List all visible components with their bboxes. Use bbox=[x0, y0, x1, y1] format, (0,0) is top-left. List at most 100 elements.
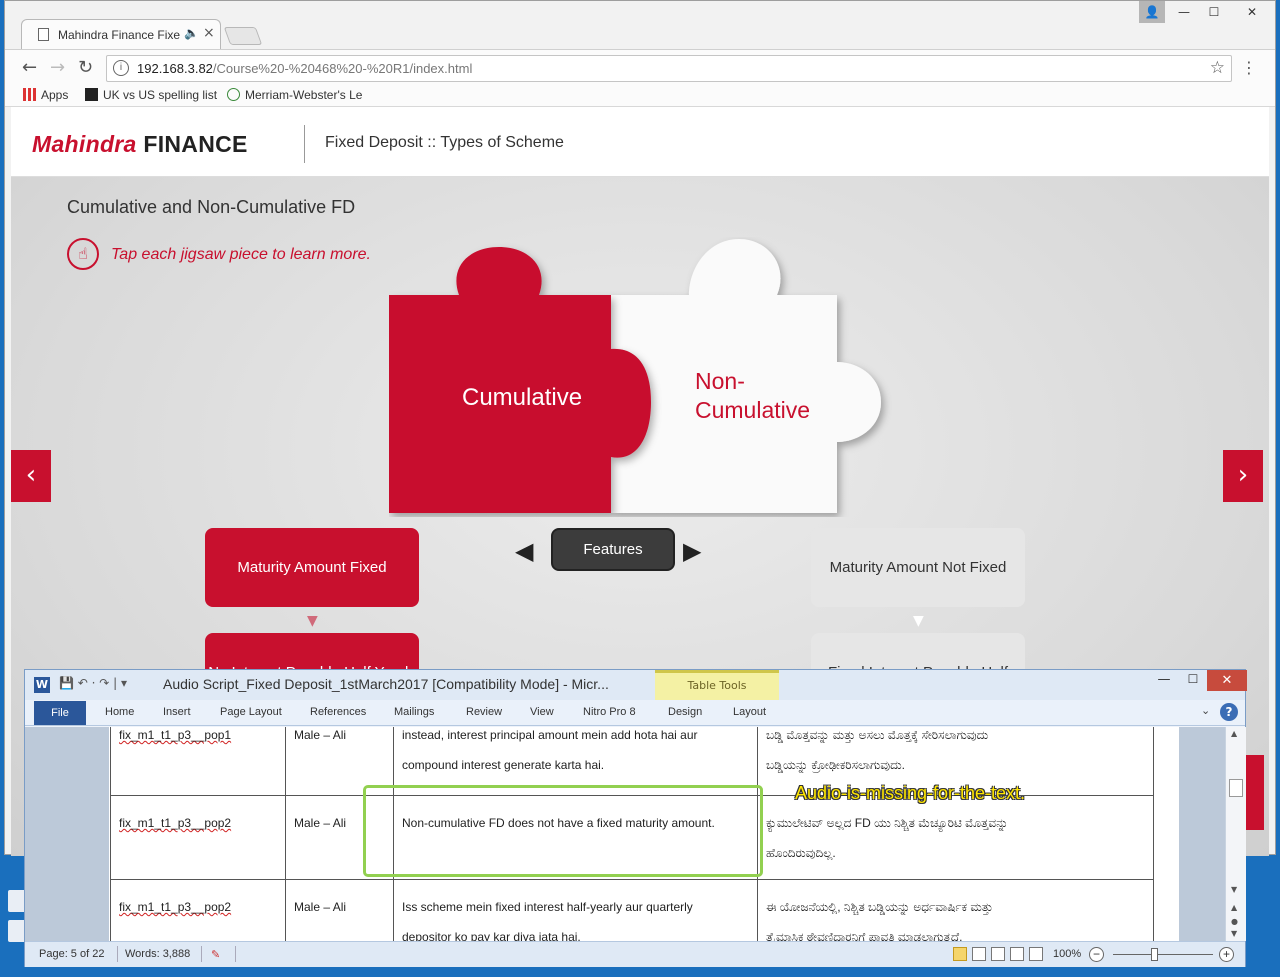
address-bar[interactable]: i 192.168.3.82/Course%20-%20468%20-%20R1… bbox=[106, 55, 1232, 82]
scroll-down-arrow-icon[interactable]: ▼ bbox=[1231, 885, 1237, 894]
outline-view-icon[interactable] bbox=[1010, 947, 1024, 961]
apps-grid-icon bbox=[23, 88, 36, 101]
document-title: Audio Script_Fixed Deposit_1stMarch2017 … bbox=[163, 676, 609, 692]
ribbon-tabs: File Home Insert Page Layout References … bbox=[25, 700, 1245, 726]
page-count[interactable]: Page: 5 of 22 bbox=[39, 948, 104, 960]
browser-toolbar: ← → ↻ i 192.168.3.82/Course%20-%20468%20… bbox=[5, 49, 1275, 85]
site-info-icon[interactable]: i bbox=[113, 60, 129, 76]
scroll-thumb[interactable] bbox=[1229, 779, 1243, 797]
tab-file[interactable]: File bbox=[34, 701, 86, 725]
down-caret-icon: ▼ bbox=[307, 613, 318, 629]
bookmark-apps[interactable]: Apps bbox=[23, 88, 68, 102]
browse-object-icon[interactable]: ● bbox=[1231, 917, 1238, 926]
back-arrow-icon[interactable]: ← bbox=[22, 57, 37, 78]
tap-hand-icon: ☝ bbox=[67, 238, 99, 270]
bookmark-star-icon[interactable]: ☆ bbox=[1210, 58, 1225, 78]
help-icon[interactable]: ? bbox=[1220, 703, 1238, 721]
reload-icon[interactable]: ↻ bbox=[78, 57, 93, 78]
tab-layout[interactable]: Layout bbox=[733, 706, 766, 718]
forward-arrow-icon[interactable]: → bbox=[50, 57, 65, 78]
mahindra-finance-logo: Mahindra FINANCE bbox=[32, 131, 248, 157]
browser-tab[interactable]: Mahindra Finance Fixe 🔈 × bbox=[21, 19, 221, 49]
down-caret-icon: ▼ bbox=[913, 613, 924, 629]
url-text: 192.168.3.82/Course%20-%20468%20-%20R1/i… bbox=[137, 61, 473, 76]
page-favicon-icon bbox=[38, 28, 49, 41]
tab-view[interactable]: View bbox=[530, 706, 554, 718]
new-tab-button[interactable] bbox=[223, 27, 263, 45]
table-cell[interactable]: Male – Ali bbox=[285, 879, 394, 941]
table-cell[interactable]: ಈ ಯೋಜನೆಯಲ್ಲಿ, ನಿಶ್ಚಿತ ಬಡ್ಡಿಯನ್ನು ಅರ್ಧವಾರ… bbox=[757, 879, 1154, 941]
full-screen-view-icon[interactable] bbox=[972, 947, 986, 961]
word-minimize-button[interactable]: — bbox=[1150, 672, 1178, 692]
table-tools-context: Table Tools bbox=[655, 670, 779, 700]
previous-slide-button[interactable]: ‹ bbox=[11, 450, 51, 502]
menu-kebab-icon[interactable]: ⋮ bbox=[1241, 58, 1257, 77]
close-window-button[interactable]: ✕ bbox=[1229, 1, 1275, 23]
zoom-slider-thumb[interactable] bbox=[1151, 948, 1158, 961]
table-cell[interactable]: fix_m1_t1_p3__pop2 bbox=[110, 795, 286, 880]
zoom-in-icon[interactable]: + bbox=[1219, 947, 1234, 962]
jigsaw-puzzle: Cumulative Non- Cumulative bbox=[389, 237, 899, 517]
proofing-icon[interactable]: ✎ bbox=[211, 948, 220, 961]
maturity-not-fixed-box[interactable]: Maturity Amount Not Fixed bbox=[811, 528, 1025, 607]
course-header: Mahindra FINANCE Fixed Deposit :: Types … bbox=[11, 107, 1269, 177]
close-tab-icon[interactable]: × bbox=[203, 25, 215, 41]
print-layout-view-icon[interactable] bbox=[953, 947, 967, 961]
zoom-slider-track[interactable] bbox=[1113, 954, 1213, 955]
word-maximize-button[interactable]: ☐ bbox=[1179, 672, 1207, 692]
background-red-element bbox=[1246, 755, 1264, 830]
tab-mailings[interactable]: Mailings bbox=[394, 706, 434, 718]
scroll-up-arrow-icon[interactable]: ▲ bbox=[1231, 729, 1237, 738]
right-pointer-icon: ▶ bbox=[683, 537, 702, 565]
vertical-scrollbar[interactable]: ▲ ▼ ▲ ● ▼ bbox=[1225, 727, 1246, 941]
table-cell[interactable]: ಕ್ಯುಮುಲೇಟಿವ್ ಅಲ್ಲದ FD ಯು ನಿಶ್ಚಿತ ಮೆಚ್ಯೂರ… bbox=[757, 795, 1154, 880]
course-title: Fixed Deposit :: Types of Scheme bbox=[325, 134, 564, 151]
tab-design[interactable]: Design bbox=[668, 706, 702, 718]
tab-references[interactable]: References bbox=[310, 706, 366, 718]
word-title-bar: W 💾 ↶ · ↷ | ▾ Audio Script_Fixed Deposit… bbox=[25, 670, 1247, 700]
tab-strip: Mahindra Finance Fixe 🔈 × 👤 — ☐ ✕ bbox=[5, 1, 1275, 49]
next-page-icon[interactable]: ▼ bbox=[1231, 929, 1237, 938]
draft-view-icon[interactable] bbox=[1029, 947, 1043, 961]
minimize-button[interactable]: — bbox=[1171, 1, 1197, 23]
ribbon-expand-icon[interactable]: ⌄ bbox=[1201, 704, 1210, 717]
word-count[interactable]: Words: 3,888 bbox=[125, 948, 190, 960]
zoom-level[interactable]: 100% bbox=[1053, 948, 1081, 960]
user-profile-icon[interactable]: 👤 bbox=[1139, 1, 1165, 23]
zoom-out-icon[interactable]: − bbox=[1089, 947, 1104, 962]
tab-nitro-pro[interactable]: Nitro Pro 8 bbox=[583, 706, 636, 718]
features-button[interactable]: Features bbox=[551, 528, 675, 571]
site-favicon-icon bbox=[85, 88, 98, 101]
bookmarks-bar: Apps UK vs US spelling list Merriam-Webs… bbox=[5, 85, 1275, 107]
word-status-bar: Page: 5 of 22 Words: 3,888 ✎ 100% − + bbox=[25, 941, 1245, 967]
web-layout-view-icon[interactable] bbox=[991, 947, 1005, 961]
table-cell[interactable]: fix_m1_t1_p3__pop2 bbox=[110, 879, 286, 941]
word-close-button[interactable]: ✕ bbox=[1207, 670, 1247, 691]
bookmark-uk-us-spelling[interactable]: UK vs US spelling list bbox=[85, 88, 217, 102]
cumulative-label[interactable]: Cumulative bbox=[462, 384, 582, 412]
maximize-button[interactable]: ☐ bbox=[1199, 1, 1229, 23]
bookmark-merriam-webster[interactable]: Merriam-Webster's Le bbox=[227, 88, 362, 102]
status-divider bbox=[235, 946, 236, 962]
audio-playing-icon[interactable]: 🔈 bbox=[184, 26, 199, 40]
tab-home[interactable]: Home bbox=[105, 706, 134, 718]
word-window: W 💾 ↶ · ↷ | ▾ Audio Script_Fixed Deposit… bbox=[24, 669, 1247, 967]
tab-insert[interactable]: Insert bbox=[163, 706, 191, 718]
status-divider bbox=[117, 946, 118, 962]
non-cumulative-label[interactable]: Non- Cumulative bbox=[695, 367, 810, 425]
maturity-fixed-box[interactable]: Maturity Amount Fixed bbox=[205, 528, 419, 607]
table-cell[interactable]: fix_m1_t1_p3__pop1 bbox=[110, 727, 286, 796]
word-logo-icon: W bbox=[34, 677, 50, 693]
tab-title: Mahindra Finance Fixe bbox=[58, 28, 180, 42]
tab-review[interactable]: Review bbox=[466, 706, 502, 718]
quick-access-toolbar[interactable]: 💾 ↶ · ↷ | ▾ bbox=[59, 676, 127, 690]
next-slide-button[interactable]: › bbox=[1223, 450, 1263, 502]
document-area: fix_m1_t1_p3__pop1 Male – Ali instead, i… bbox=[25, 727, 1225, 941]
instruction-text: Tap each jigsaw piece to learn more. bbox=[111, 246, 371, 263]
jigsaw-graphic bbox=[389, 239, 881, 513]
tab-page-layout[interactable]: Page Layout bbox=[220, 706, 282, 718]
previous-page-icon[interactable]: ▲ bbox=[1231, 903, 1237, 912]
table-cell[interactable]: Iss scheme mein fixed interest half-year… bbox=[393, 879, 758, 941]
left-pointer-icon: ◀ bbox=[515, 537, 534, 565]
lesson-subtitle: Cumulative and Non-Cumulative FD bbox=[67, 197, 356, 217]
